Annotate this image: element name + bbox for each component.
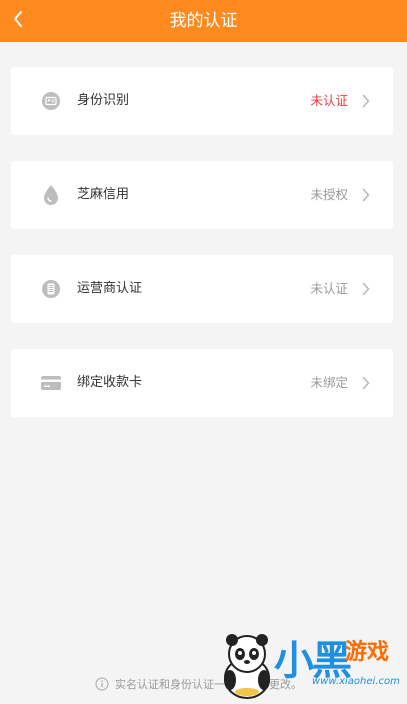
footer-note-text: 实名认证和身份认证一	[115, 678, 225, 691]
watermark-text-2: 游戏	[345, 640, 390, 665]
watermark: 小黑 游戏 www.xiaohei.com	[214, 628, 407, 700]
bank-card-icon	[40, 372, 62, 394]
top-bar: 我的认证	[0, 0, 407, 42]
id-card-icon	[40, 90, 62, 112]
auth-item-status: 未绑定	[310, 375, 348, 390]
auth-item-status: 未认证	[310, 93, 348, 108]
auth-item-label: 绑定收款卡	[77, 375, 143, 390]
chevron-right-icon	[359, 188, 373, 202]
chevron-right-icon	[359, 376, 373, 390]
page-title: 我的认证	[169, 11, 238, 31]
auth-item-sesame-credit[interactable]: 芝麻信用 未授权	[11, 161, 393, 229]
auth-item-bank-card[interactable]: 绑定收款卡 未绑定	[11, 349, 393, 417]
phone-icon	[40, 278, 62, 300]
auth-item-carrier[interactable]: 运营商认证 未认证	[11, 255, 393, 323]
auth-item-label: 芝麻信用	[77, 187, 130, 202]
chevron-right-icon	[359, 94, 373, 108]
chevron-right-icon	[359, 282, 373, 296]
auth-item-label: 运营商认证	[77, 281, 143, 296]
auth-item-status: 未认证	[310, 281, 348, 296]
auth-item-identity[interactable]: 身份识别 未认证	[11, 67, 393, 135]
drop-icon	[40, 184, 62, 206]
info-icon	[95, 677, 109, 691]
watermark-url: www.xiaohei.com	[312, 676, 400, 687]
panda-mascot-icon	[218, 632, 276, 704]
auth-item-status: 未授权	[310, 187, 348, 202]
auth-item-label: 身份识别	[77, 93, 130, 108]
